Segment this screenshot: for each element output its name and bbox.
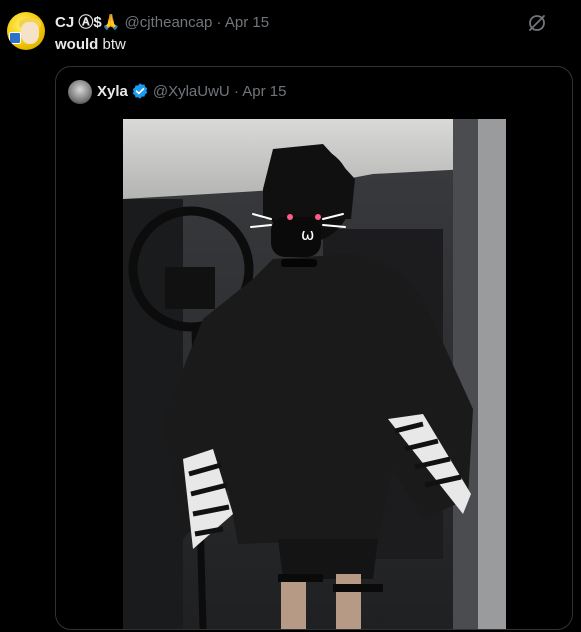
quote-author-handle[interactable]: @XylaUwU [153,83,230,100]
quote-separator: · [233,83,239,100]
post-text: would btw [55,35,126,55]
quote-author-avatar[interactable] [68,80,92,104]
post-text-bold: would [55,36,99,53]
author-avatar[interactable] [7,12,45,50]
grok-icon[interactable] [527,13,547,33]
quoted-photo[interactable]: ω [123,119,506,629]
svg-text:ω: ω [301,225,314,244]
header-separator: · [216,14,222,31]
quote-author-name[interactable]: Xyla [97,83,128,100]
verified-badge-icon [132,83,148,99]
author-handle[interactable]: @cjtheancap [125,14,213,31]
author-name[interactable]: CJ Ⓐ$🙏 [55,14,120,31]
avatar-face [21,22,39,44]
quote-date[interactable]: Apr 15 [242,83,286,100]
post-date[interactable]: Apr 15 [225,14,269,31]
post-header: CJ Ⓐ$🙏 @cjtheancap · Apr 15 [55,13,269,33]
avatar-badge [9,32,21,44]
quote-header: Xyla @XylaUwU · Apr 15 [97,82,286,102]
quoted-post[interactable]: Xyla @XylaUwU · Apr 15 ω [55,66,573,630]
post-text-rest: btw [98,36,126,53]
